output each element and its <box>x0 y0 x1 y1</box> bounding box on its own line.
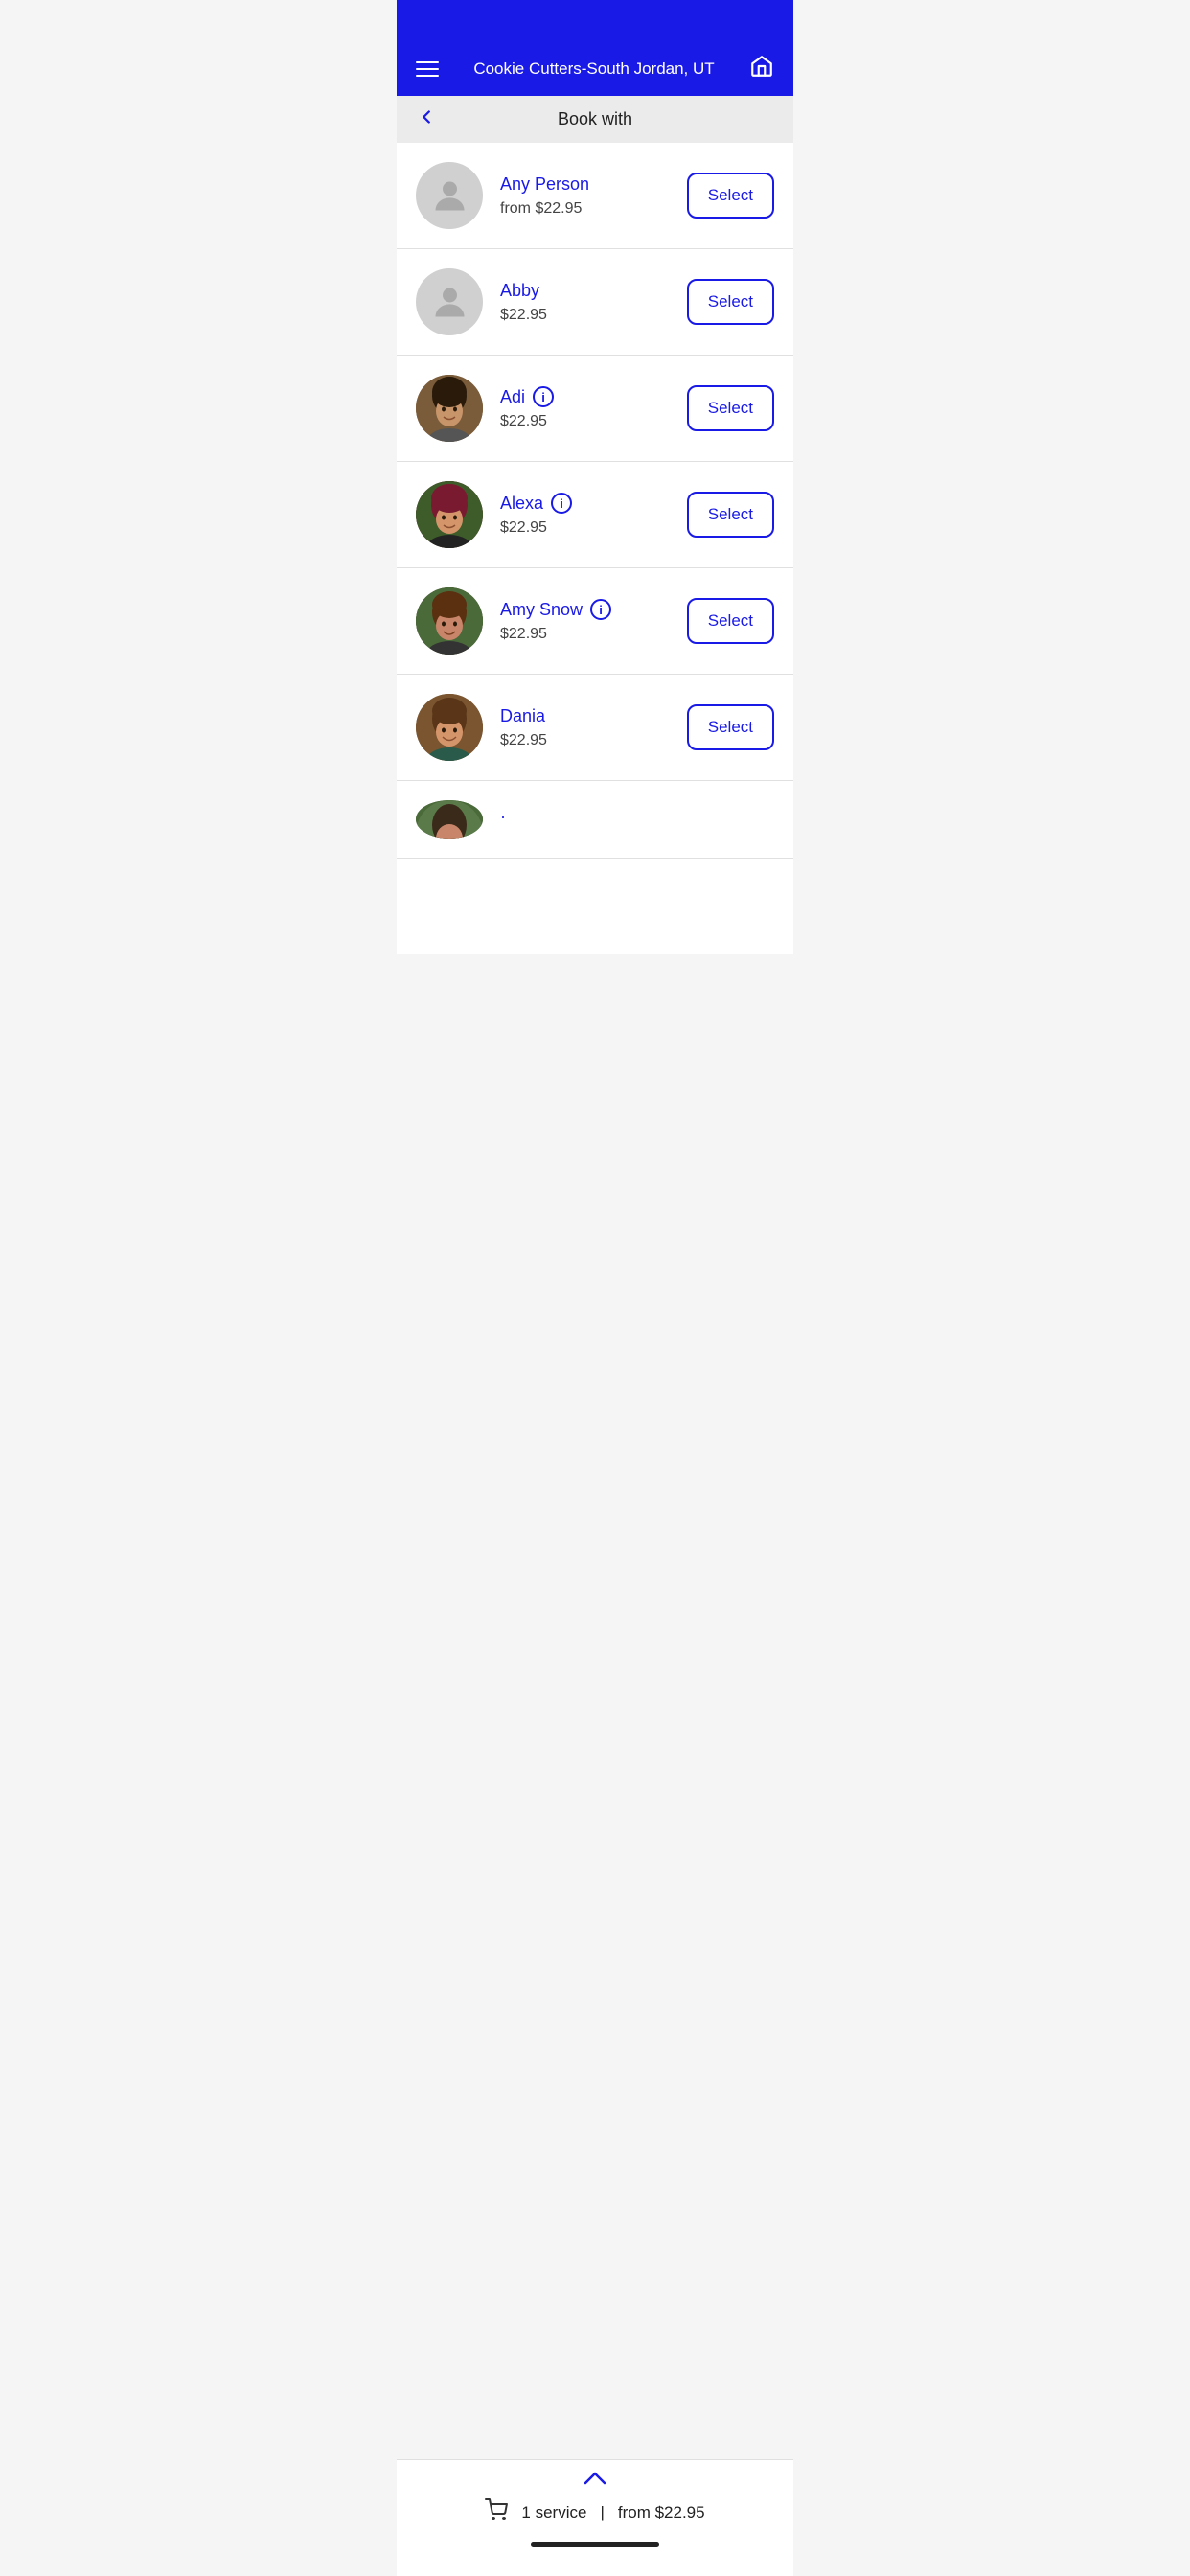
person-info: Adi i $22.95 <box>483 386 687 430</box>
person-price: $22.95 <box>500 626 687 643</box>
person-name: Amy Snow i <box>500 599 687 620</box>
cart-summary: 1 service | from $22.95 <box>485 2498 704 2527</box>
person-info: Amy Snow i $22.95 <box>483 599 687 643</box>
person-price: $22.95 <box>500 413 687 430</box>
divider: | <box>600 2503 604 2522</box>
list-item: Alexa i $22.95 Select <box>397 462 793 568</box>
back-button[interactable] <box>416 106 437 133</box>
person-price: from $22.95 <box>500 200 687 218</box>
person-name: Alexa i <box>500 493 687 514</box>
list-item-partial: · <box>397 781 793 859</box>
select-button[interactable]: Select <box>687 598 774 644</box>
person-name: · <box>500 807 774 827</box>
info-icon[interactable]: i <box>551 493 572 514</box>
avatar <box>416 694 483 761</box>
person-name: Dania <box>500 706 687 726</box>
home-indicator <box>531 2542 659 2547</box>
select-button[interactable]: Select <box>687 492 774 538</box>
avatar <box>416 587 483 655</box>
home-icon[interactable] <box>749 54 774 84</box>
person-name: Any Person <box>500 174 687 195</box>
menu-button[interactable] <box>416 61 439 77</box>
bottom-bar: 1 service | from $22.95 <box>397 2459 793 2576</box>
select-button[interactable]: Select <box>687 279 774 325</box>
status-bar <box>397 0 793 42</box>
info-icon[interactable]: i <box>590 599 611 620</box>
avatar <box>416 800 483 839</box>
avatar <box>416 162 483 229</box>
people-list: Any Person from $22.95 Select Abby $22.9… <box>397 143 793 954</box>
header: Cookie Cutters-South Jordan, UT <box>397 42 793 96</box>
person-price: $22.95 <box>500 732 687 749</box>
header-title: Cookie Cutters-South Jordan, UT <box>439 59 749 79</box>
list-item: Amy Snow i $22.95 Select <box>397 568 793 675</box>
person-info: Dania $22.95 <box>483 706 687 749</box>
person-name: Abby <box>500 281 687 301</box>
sub-header: Book with <box>397 96 793 143</box>
person-info: Alexa i $22.95 <box>483 493 687 537</box>
select-button[interactable]: Select <box>687 172 774 218</box>
list-item: Abby $22.95 Select <box>397 249 793 356</box>
list-item: Adi i $22.95 Select <box>397 356 793 462</box>
page-title: Book with <box>416 109 774 129</box>
list-item: Dania $22.95 Select <box>397 675 793 781</box>
bottom-price: from $22.95 <box>618 2503 705 2522</box>
select-button[interactable]: Select <box>687 385 774 431</box>
avatar <box>416 268 483 335</box>
service-count: 1 service <box>521 2503 586 2522</box>
list-item: Any Person from $22.95 Select <box>397 143 793 249</box>
info-icon[interactable]: i <box>533 386 554 407</box>
person-name: Adi i <box>500 386 687 407</box>
person-price: $22.95 <box>500 307 687 324</box>
person-info: Any Person from $22.95 <box>483 174 687 218</box>
person-info: Abby $22.95 <box>483 281 687 324</box>
select-button[interactable]: Select <box>687 704 774 750</box>
cart-icon <box>485 2498 508 2527</box>
chevron-up-icon[interactable] <box>582 2470 608 2491</box>
avatar <box>416 375 483 442</box>
avatar <box>416 481 483 548</box>
person-price: $22.95 <box>500 519 687 537</box>
person-info: · <box>483 807 774 833</box>
